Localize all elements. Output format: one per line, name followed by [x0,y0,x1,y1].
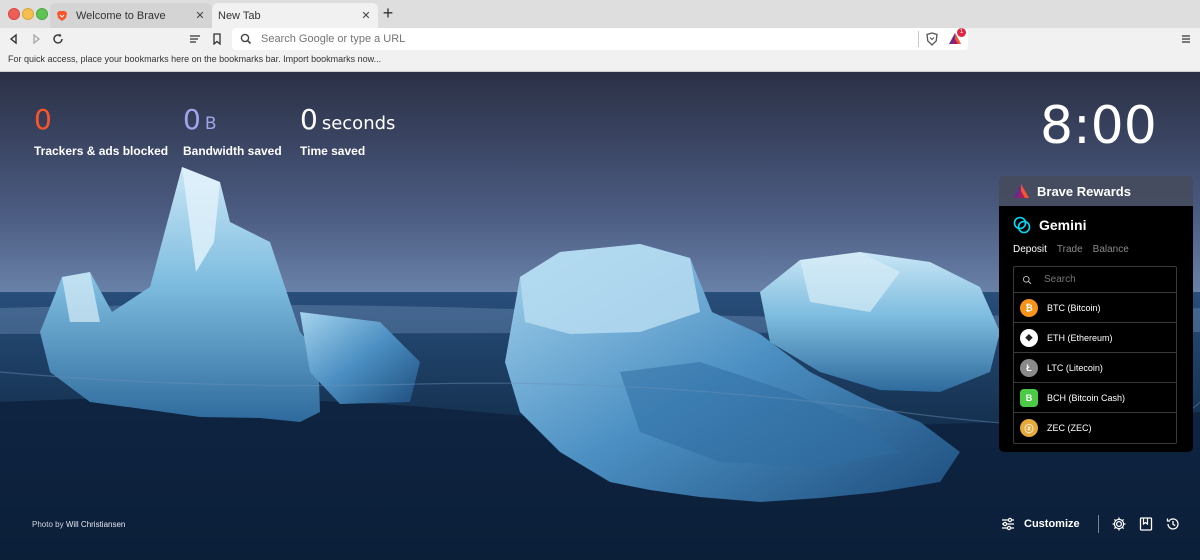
tab-strip: Welcome to Brave ✕ New Tab ✕ + [0,0,1200,28]
asset-name: LTC (Litecoin) [1047,362,1103,373]
litecoin-icon: Ł [1020,358,1038,377]
stat-label: Bandwidth saved [183,144,282,158]
back-arrow-icon [9,33,17,45]
new-tab-button[interactable]: + [380,4,396,22]
asset-name: ETH (Ethereum) [1047,332,1113,343]
tab-title: Welcome to Brave [76,9,166,22]
tab-close-icon[interactable]: ✕ [192,9,208,22]
bitcoin-cash-icon: B [1020,388,1038,407]
back-button[interactable] [6,31,22,47]
brave-shield-icon [926,32,938,46]
gear-icon[interactable] [1111,516,1127,532]
tab-title: New Tab [218,9,261,22]
bookmarks-bar-hint[interactable]: For quick access, place your bookmarks h… [8,54,381,64]
brave-shields-button[interactable] [924,31,940,47]
ethereum-icon: ◆ [1020,328,1038,347]
asset-search [1014,267,1176,293]
stat-label: Time saved [300,144,366,158]
window-minimize-button[interactable] [22,8,34,20]
tab-new-tab[interactable]: New Tab ✕ [212,3,378,28]
stat-label: Trackers & ads blocked [34,144,169,158]
window-zoom-button[interactable] [36,8,48,20]
search-icon [1022,275,1032,284]
photo-credit: Photo by Will Christiansen [32,520,125,529]
asset-search-input[interactable] [1044,274,1176,285]
asset-name: BCH (Bitcoin Cash) [1047,392,1126,403]
tab-close-icon[interactable]: ✕ [358,9,374,22]
stat-unit: B [204,114,217,134]
asset-list: ₿ BTC (Bitcoin) ◆ ETH (Ethereum) Ł LTC (… [1013,266,1177,444]
toolbar: 1 [0,28,1200,50]
stat-time-saved: 0 seconds Time saved [300,102,395,158]
new-tab-page: 0 Trackers & ads blocked 0B Bandwidth sa… [0,72,1200,560]
omnibox [232,28,968,50]
stat-unit: seconds [321,113,396,134]
zcash-icon: ⓩ [1020,419,1038,437]
reload-button[interactable] [50,31,66,47]
history-icon[interactable] [1165,516,1181,532]
bottom-controls: Customize [1000,513,1192,535]
gemini-logo-icon [1013,216,1031,234]
photo-credit-author[interactable]: Will Christiansen [66,520,126,529]
bitcoin-icon: ₿ [1020,298,1038,317]
forward-button[interactable] [28,31,44,47]
bookmark-icon [213,33,221,45]
omnibox-divider [918,31,919,47]
tab-balance[interactable]: Balance [1093,244,1129,262]
sliders-icon [1002,517,1014,531]
gemini-tabs: Deposit Trade Balance [1013,244,1179,262]
reader-lines-icon [190,35,200,43]
tab-deposit[interactable]: Deposit [1013,244,1047,262]
stat-trackers-blocked: 0 Trackers & ads blocked [34,102,168,158]
rewards-title: Brave Rewards [1037,183,1131,199]
gemini-title: Gemini [1039,217,1087,233]
stat-bandwidth-saved: 0B Bandwidth saved [183,102,282,158]
bookmark-button[interactable] [209,31,225,47]
list-item[interactable]: ⓩ ZEC (ZEC) [1014,413,1176,443]
tab-welcome-to-brave[interactable]: Welcome to Brave ✕ [50,3,212,28]
window-close-button[interactable] [8,8,20,20]
bookmarks-icon[interactable] [1138,516,1154,532]
address-input[interactable] [261,33,968,45]
list-item[interactable]: Ł LTC (Litecoin) [1014,353,1176,383]
customize-label: Customize [1024,518,1080,530]
brave-lion-icon [57,10,67,21]
clock: 8:00 [1040,96,1157,156]
stat-value: 0 [183,103,201,136]
hamburger-menu-icon[interactable] [1178,31,1194,47]
brave-rewards-widget-header[interactable]: Brave Rewards [999,176,1193,206]
stat-value: 0 [34,103,52,136]
search-icon [240,33,252,45]
bookmarks-bar: For quick access, place your bookmarks h… [0,50,1200,72]
reload-icon [53,33,63,44]
rewards-notification-badge: 1 [957,28,966,37]
brave-rewards-button[interactable]: 1 [948,28,966,47]
list-item[interactable]: B BCH (Bitcoin Cash) [1014,383,1176,413]
photo-credit-prefix: Photo by [32,520,64,529]
list-item[interactable]: ₿ BTC (Bitcoin) [1014,293,1176,323]
bat-triangle-icon [1013,184,1029,198]
stat-value: 0 [300,103,318,136]
asset-name: BTC (Bitcoin) [1047,302,1101,313]
reader-mode-button[interactable] [187,31,203,47]
asset-name: ZEC (ZEC) [1047,423,1092,433]
forward-arrow-icon [33,33,41,45]
divider [1097,515,1099,533]
tab-trade[interactable]: Trade [1057,244,1083,262]
list-item[interactable]: ◆ ETH (Ethereum) [1014,323,1176,353]
gemini-widget: Gemini Deposit Trade Balance ₿ BTC (Bitc… [999,206,1193,452]
customize-button[interactable]: Customize [1000,516,1080,532]
